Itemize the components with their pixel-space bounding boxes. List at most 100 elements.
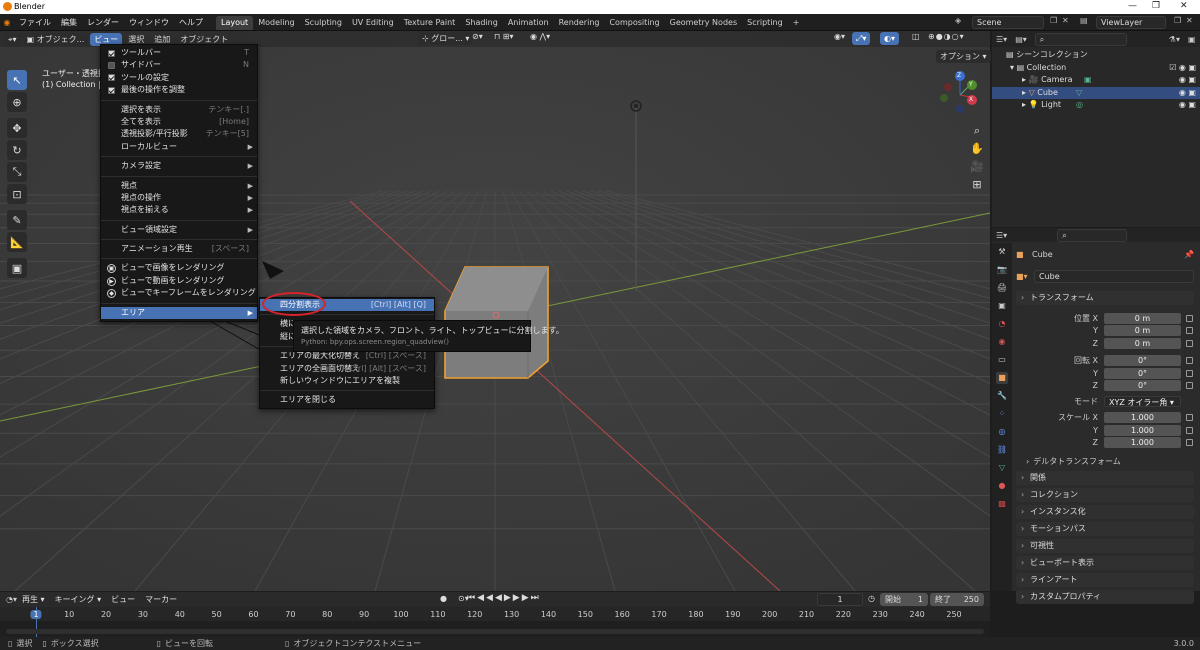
lock-icon[interactable] [1186,314,1193,322]
view-menu-tool-settings[interactable]: ツールの設定 [101,72,257,84]
panel-visibility[interactable]: 可視性 [1016,539,1194,553]
visibility-icons[interactable]: ◉ ▣ [1179,87,1196,100]
tab-scripting[interactable]: Scripting [742,16,788,30]
end-frame-field[interactable]: 終了 250 [930,593,984,606]
record-icon[interactable]: ● [440,594,447,603]
tab-geometry-nodes[interactable]: Geometry Nodes [665,16,742,30]
snap-icon[interactable]: ⊓ ⊞▾ [494,32,514,41]
lock-icon[interactable] [1186,369,1193,377]
menu-help[interactable]: ヘルプ [174,14,208,31]
outliner-item-camera[interactable]: ▸ 🎥 Camera ▣ ◉ ▣ [992,74,1200,87]
panel-relations[interactable]: 関係 [1016,471,1194,485]
panel-motion-paths[interactable]: モーションパス [1016,522,1194,536]
outliner-collection[interactable]: ▾ ▤ Collection ☑ ◉ ▣ [992,62,1200,75]
transform-tool-icon[interactable]: ⊡ [7,184,27,204]
tab-texture-paint[interactable]: Texture Paint [399,16,461,30]
menu-window[interactable]: ウィンドウ [124,14,174,31]
lock-icon[interactable] [1186,382,1193,390]
area-menu-close[interactable]: エリアを閉じる [260,394,434,406]
overlay-toggle-icon[interactable]: ◐▾ [880,32,899,45]
object-mode-selector[interactable]: ▣ オブジェク... [22,32,89,46]
current-frame-field[interactable]: 1 [817,593,863,606]
timeline-editor-icon[interactable]: ◔▾ [6,595,17,604]
outliner-item-cube[interactable]: ▸ ▽ Cube ▽ ◉ ▣ [992,86,1200,100]
panel-collections[interactable]: コレクション [1016,488,1194,502]
view-menu-local-view[interactable]: ローカルビュー ▶ [101,141,257,153]
tab-layout[interactable]: Layout [216,16,254,30]
lock-icon[interactable] [1186,414,1193,422]
scene-copy-icon[interactable]: ❐ [1050,16,1057,25]
output-tab-icon[interactable]: 🖨 [996,282,1008,294]
view-menu-persp-ortho[interactable]: 透視投影/平行投影 テンキー[5] [101,128,257,140]
view-menu-render-image[interactable]: ▣ ビューで画像をレンダリング [101,262,257,274]
location-z-field[interactable]: 0 m [1104,337,1181,349]
object-tab-icon[interactable]: ■ [996,372,1008,384]
cursor-tool-icon[interactable]: ⊕ [7,92,27,112]
minimize-icon[interactable]: — [1128,1,1137,11]
camera-view-icon[interactable]: 🎥 [970,158,984,176]
move-tool-icon[interactable]: ✥ [7,118,27,138]
visibility-icons[interactable]: ◉ ▣ [1179,74,1196,87]
location-x-field[interactable]: 0 m [1104,312,1181,324]
view-menu-sidebar[interactable]: サイドバー N [101,59,257,71]
camera-data-icon[interactable]: ▣ [1084,74,1092,87]
constraints-tab-icon[interactable]: ⛓ [996,444,1008,456]
delta-transform-subpanel[interactable]: › デルタトランスフォーム [1016,455,1198,468]
outliner-item-light[interactable]: ▸ 💡 Light ◎ ◉ ▣ [992,99,1200,112]
object-name-field[interactable]: Cube [1034,269,1194,283]
data-tab-icon[interactable]: ▽ [996,462,1008,474]
rotation-z-field[interactable]: 0° [1104,380,1181,392]
tab-uv-editing[interactable]: UV Editing [347,16,399,30]
transform-orientation-selector[interactable]: ⊹ グロー... ▾ [418,32,474,45]
panel-viewport-display[interactable]: ビューポート表示 [1016,556,1194,570]
outliner-funnel-icon[interactable]: ⚗▾ [1169,35,1180,44]
view-menu-adjust-last[interactable]: 最後の操作を調整 [101,84,257,96]
visibility-icons[interactable]: ☑ ◉ ▣ [1169,62,1196,75]
area-menu-maximize[interactable]: エリアの最大化切替え [Ctrl] [スペース] [260,350,434,362]
view-menu-toolbar[interactable]: ツールバー T [101,47,257,59]
view-menu-align-view[interactable]: 視点を揃える ▶ [101,204,257,216]
view-menu-viewpoint[interactable]: 視点 ▶ [101,180,257,192]
proportional-edit-icon[interactable]: ◉ ⋀▾ [530,32,550,41]
panel-instancing[interactable]: インスタンス化 [1016,505,1194,519]
timeline-menu-view[interactable]: ビュー [106,592,140,607]
playback-controls[interactable]: ⏮◀◀◀▶▶▶⏭ [467,593,541,603]
xray-icon[interactable]: ◫ [912,32,920,41]
panel-line-art[interactable]: ラインアート [1016,573,1194,587]
preview-range-icon[interactable]: ◷ [868,594,875,603]
view-menu-view-regions[interactable]: ビュー領域設定 ▶ [101,224,257,236]
navigation-gizmo[interactable]: Z Y X [934,67,982,115]
view-menu-area[interactable]: エリア ▶ [101,306,257,320]
location-y-field[interactable]: 0 m [1104,325,1181,337]
lock-icon[interactable] [1186,339,1193,347]
blender-menu-icon[interactable]: ◉ [0,18,14,27]
light-data-icon[interactable]: ◎ [1076,99,1083,112]
tab-compositing[interactable]: Compositing [604,16,664,30]
view-layer-copy-icon[interactable]: ❐ [1174,16,1181,25]
mesh-data-icon[interactable]: ▽ [1076,87,1082,100]
editor-type-icon[interactable]: ⌖▾ [4,32,21,46]
rotation-x-field[interactable]: 0° [1104,355,1181,367]
tool-tab-icon[interactable]: ⚒ [996,246,1008,258]
material-tab-icon[interactable]: ● [996,480,1008,492]
pivot-icon[interactable]: ⊘▾ [472,32,483,41]
menu-file[interactable]: ファイル [14,14,56,31]
properties-editor-icon[interactable]: ☰▾ [996,231,1007,240]
annotate-tool-icon[interactable]: ✎ [7,210,27,230]
view-layer-selector[interactable]: ViewLayer [1096,16,1166,29]
start-frame-field[interactable]: 開始 1 [880,593,928,606]
timeline-menu-playback[interactable]: 再生 ▾ [17,592,50,607]
new-collection-icon[interactable]: ▣ [1188,35,1196,44]
visibility-icon[interactable]: ◉▾ [834,32,845,41]
scene-selector[interactable]: Scene [972,16,1044,29]
scene-close-icon[interactable]: ✕ [1062,16,1069,25]
lock-icon[interactable] [1186,426,1193,434]
rotation-y-field[interactable]: 0° [1104,367,1181,379]
timeline-menu-marker[interactable]: マーカー [140,592,182,607]
view-menu-navigation[interactable]: 視点の操作 ▶ [101,192,257,204]
collection-tab-icon[interactable]: ▭ [996,354,1008,366]
lock-icon[interactable] [1186,357,1193,365]
ortho-grid-icon[interactable]: ⊞ [970,176,984,194]
scale-y-field[interactable]: 1.000 [1104,424,1181,436]
scale-x-field[interactable]: 1.000 [1104,412,1181,424]
